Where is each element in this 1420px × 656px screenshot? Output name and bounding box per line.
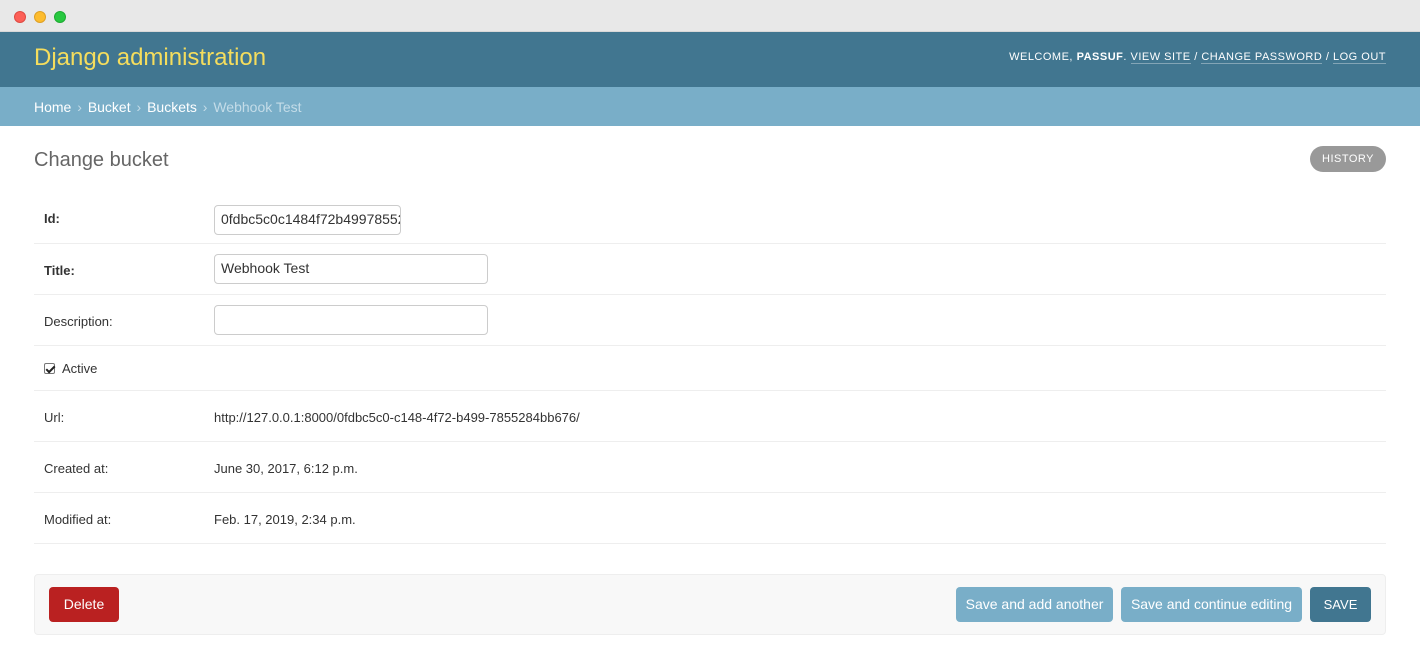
save-and-add-another-button[interactable]: Save and add another xyxy=(956,587,1113,622)
description-input[interactable] xyxy=(214,305,488,335)
welcome-text: Welcome, xyxy=(1009,51,1073,63)
breadcrumb-separator: › xyxy=(136,99,142,115)
page-title: Change bucket xyxy=(34,149,169,171)
change-password-link[interactable]: Change password xyxy=(1201,51,1323,64)
active-checkbox[interactable] xyxy=(44,363,55,374)
field-row-modified-at: Modified at: Feb. 17, 2019, 2:34 p.m. xyxy=(34,493,1386,544)
id-input[interactable]: 0fdbc5c0c1484f72b49978552 xyxy=(214,205,401,235)
change-form: Id: 0fdbc5c0c1484f72b49978552 Title: Web… xyxy=(34,192,1386,544)
window-titlebar xyxy=(0,0,1420,32)
log-out-link[interactable]: Log out xyxy=(1332,51,1386,64)
breadcrumb-separator: › xyxy=(202,99,208,115)
admin-header: Django administration Welcome, passuf. V… xyxy=(0,32,1420,87)
description-label: Description: xyxy=(44,314,113,329)
field-row-description: Description: xyxy=(34,295,1386,346)
save-button[interactable]: Save xyxy=(1310,587,1371,622)
breadcrumb-separator: › xyxy=(77,99,82,115)
user-tools: Welcome, passuf. View site / Change pass… xyxy=(1009,51,1386,64)
created-at-label: Created at: xyxy=(44,461,109,476)
delete-button[interactable]: Delete xyxy=(49,587,119,622)
url-label: Url: xyxy=(44,410,65,425)
username: passuf xyxy=(1076,51,1124,63)
breadcrumb-home[interactable]: Home xyxy=(34,99,71,115)
modified-at-label: Modified at: xyxy=(44,512,112,527)
save-and-continue-button[interactable]: Save and continue editing xyxy=(1121,587,1302,622)
breadcrumb: Home › Bucket › Buckets › Webhook Test xyxy=(0,87,1420,126)
field-row-id: Id: 0fdbc5c0c1484f72b49978552 xyxy=(34,192,1386,244)
created-at-value: June 30, 2017, 6:12 p.m. xyxy=(214,461,358,476)
field-row-url: Url: http://127.0.0.1:8000/0fdbc5c0-c148… xyxy=(34,391,1386,442)
id-label: Id: xyxy=(44,211,60,226)
submit-row: Delete Save and add another Save and con… xyxy=(34,574,1386,635)
breadcrumb-app[interactable]: Bucket xyxy=(88,99,131,115)
history-button[interactable]: History xyxy=(1310,146,1386,172)
breadcrumb-current: Webhook Test xyxy=(213,99,302,115)
site-branding[interactable]: Django administration xyxy=(34,44,266,72)
modified-at-value: Feb. 17, 2019, 2:34 p.m. xyxy=(214,512,356,527)
close-window-button[interactable] xyxy=(14,11,26,23)
url-value: http://127.0.0.1:8000/0fdbc5c0-c148-4f72… xyxy=(214,410,580,425)
field-row-created-at: Created at: June 30, 2017, 6:12 p.m. xyxy=(34,442,1386,493)
title-label: Title: xyxy=(44,263,75,278)
breadcrumb-model[interactable]: Buckets xyxy=(147,99,197,115)
field-row-title: Title: Webhook Test xyxy=(34,244,1386,295)
title-input[interactable]: Webhook Test xyxy=(214,254,488,284)
field-row-active: Active xyxy=(34,346,1386,391)
zoom-window-button[interactable] xyxy=(54,11,66,23)
minimize-window-button[interactable] xyxy=(34,11,46,23)
view-site-link[interactable]: View site xyxy=(1130,51,1191,64)
active-label[interactable]: Active xyxy=(62,361,97,376)
